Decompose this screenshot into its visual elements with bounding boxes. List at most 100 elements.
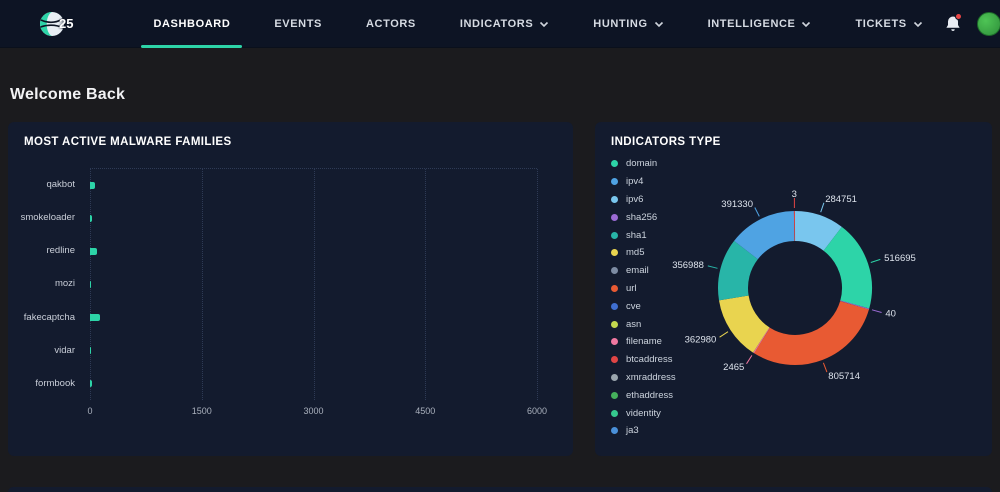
donut-leader-line xyxy=(754,207,760,217)
indicators-type-card: INDICATORS TYPE domain ipv4 ipv6 sha256 sha1… xyxy=(595,122,992,456)
nav-item-tickets[interactable]: TICKETS xyxy=(833,0,944,47)
malware-x-axis: 0 1500 3000 4500 6000 xyxy=(87,406,547,420)
donut-segment-domain[interactable] xyxy=(823,226,872,309)
malware-families-card: MOST ACTIVE MALWARE FAMILIES qakbot smoke… xyxy=(8,122,573,456)
legend-item-filename[interactable]: filename xyxy=(611,333,676,351)
legend-item-sha256[interactable]: sha256 xyxy=(611,208,676,226)
legend-dot xyxy=(611,373,618,381)
legend-label: url xyxy=(626,282,637,294)
bar-vidar xyxy=(90,347,91,354)
nav-item-events[interactable]: EVENTS xyxy=(252,0,344,47)
donut-value-label-btcaddress: 3 xyxy=(792,189,797,200)
legend-label: filename xyxy=(626,336,662,348)
donut-segment-url[interactable] xyxy=(753,300,869,365)
legend-item-ipv6[interactable]: ipv6 xyxy=(611,191,676,209)
legend-dot xyxy=(611,178,618,186)
donut-leader-line xyxy=(870,258,881,263)
legend-item-btcaddress[interactable]: btcaddress xyxy=(611,351,676,369)
legend-label: sha1 xyxy=(626,229,647,241)
legend-dot xyxy=(611,213,618,221)
nav-item-label: INDICATORS xyxy=(459,17,534,30)
donut-value-label-ipv6: 284751 xyxy=(825,194,857,205)
nav-item-dashboard[interactable]: DASHBOARD xyxy=(131,0,252,48)
category-label-mozi: mozi xyxy=(54,278,75,290)
legend-dot xyxy=(611,409,618,417)
notification-badge xyxy=(954,12,962,20)
legend-dot xyxy=(611,267,618,275)
legend-label: ipv4 xyxy=(626,176,644,188)
legend-item-email[interactable]: email xyxy=(611,262,676,280)
category-label-redline: redline xyxy=(46,245,75,257)
donut-value-label-sha1: 356988 xyxy=(672,260,704,271)
nav-item-hunting[interactable]: HUNTING xyxy=(571,0,685,47)
category-label-fakecaptcha: fakecaptcha xyxy=(23,311,75,323)
donut-segment-ipv6[interactable] xyxy=(794,211,842,252)
malware-bar-chart xyxy=(90,168,538,400)
nav-item-label: ACTORS xyxy=(366,17,416,30)
legend-item-domain[interactable]: domain xyxy=(611,155,676,173)
legend-item-md5[interactable]: md5 xyxy=(611,244,676,262)
legend-dot xyxy=(611,427,618,435)
gridline xyxy=(537,169,538,400)
bar-fakecaptcha xyxy=(90,314,101,321)
legend-dot xyxy=(611,356,618,364)
logo-text: 25 xyxy=(59,16,74,31)
legend-label: asn xyxy=(626,318,642,330)
legend-item-sha1[interactable]: sha1 xyxy=(611,226,676,244)
bar-row-qakbot xyxy=(90,169,537,202)
legend-dot xyxy=(611,249,618,257)
legend-item-asn[interactable]: asn xyxy=(611,315,676,333)
legend-item-videntity[interactable]: videntity xyxy=(611,404,676,422)
chevron-down-icon xyxy=(802,21,811,27)
donut-leader-line xyxy=(719,331,729,338)
bar-row-formbook xyxy=(90,367,537,400)
nav-item-intelligence[interactable]: INTELLIGENCE xyxy=(686,0,834,47)
donut-value-label-sha256: 40 xyxy=(885,309,896,320)
donut-value-label-md5: 362980 xyxy=(685,334,717,345)
chevron-down-icon xyxy=(654,21,663,27)
x-tick-label: 3000 xyxy=(303,406,324,416)
user-menu[interactable] xyxy=(976,11,1000,36)
donut-segment-md5[interactable] xyxy=(718,294,770,353)
legend-label: sha256 xyxy=(626,211,658,223)
donut-leader-line xyxy=(746,355,753,365)
x-tick-label: 0 xyxy=(87,406,93,416)
legend-dot xyxy=(611,302,618,310)
legend-label: ipv6 xyxy=(626,193,644,205)
nav-item-label: TICKETS xyxy=(855,17,907,30)
legend-dot xyxy=(611,391,618,399)
legend-item-url[interactable]: url xyxy=(611,280,676,298)
legend-dot xyxy=(611,231,618,239)
legend-label: ethaddress xyxy=(626,389,674,401)
donut-segment-ipv4[interactable] xyxy=(734,211,796,260)
nav-item-indicators[interactable]: INDICATORS xyxy=(438,0,571,47)
bar-mozi xyxy=(90,281,92,288)
legend-item-xmraddress[interactable]: xmraddress xyxy=(611,369,676,387)
nav-item-actors[interactable]: ACTORS xyxy=(344,0,438,47)
nav-item-label: INTELLIGENCE xyxy=(707,17,796,30)
navbar-right xyxy=(945,11,1000,36)
legend-item-cve[interactable]: cve xyxy=(611,297,676,315)
user-avatar xyxy=(976,11,1000,36)
donut-value-label-ipv4: 391330 xyxy=(721,199,753,210)
donut-leader-line xyxy=(871,309,882,313)
legend-dot xyxy=(611,320,618,328)
notifications-button[interactable] xyxy=(945,12,962,33)
malware-card-title: MOST ACTIVE MALWARE FAMILIES xyxy=(24,136,232,148)
app-logo[interactable]: 25 xyxy=(38,10,73,38)
donut-leader-line xyxy=(822,362,828,373)
bar-row-fakecaptcha xyxy=(90,301,537,334)
legend-item-ethaddress[interactable]: ethaddress xyxy=(611,386,676,404)
top-navbar: 25 DASHBOARD EVENTS ACTORS INDICATORS HUNTIN… xyxy=(0,0,1000,48)
donut-leader-line xyxy=(820,202,825,213)
legend-item-ipv4[interactable]: ipv4 xyxy=(611,173,676,191)
chevron-down-icon xyxy=(913,21,922,27)
legend-label: cve xyxy=(626,300,641,312)
bar-smokeloader xyxy=(90,215,93,222)
legend-item-ja3[interactable]: ja3 xyxy=(611,422,676,440)
legend-dot xyxy=(611,160,618,168)
nav-item-label: HUNTING xyxy=(593,17,648,30)
next-card-edge xyxy=(8,487,992,492)
x-tick-label: 1500 xyxy=(191,406,212,416)
donut-segment-sha1[interactable] xyxy=(718,240,759,301)
